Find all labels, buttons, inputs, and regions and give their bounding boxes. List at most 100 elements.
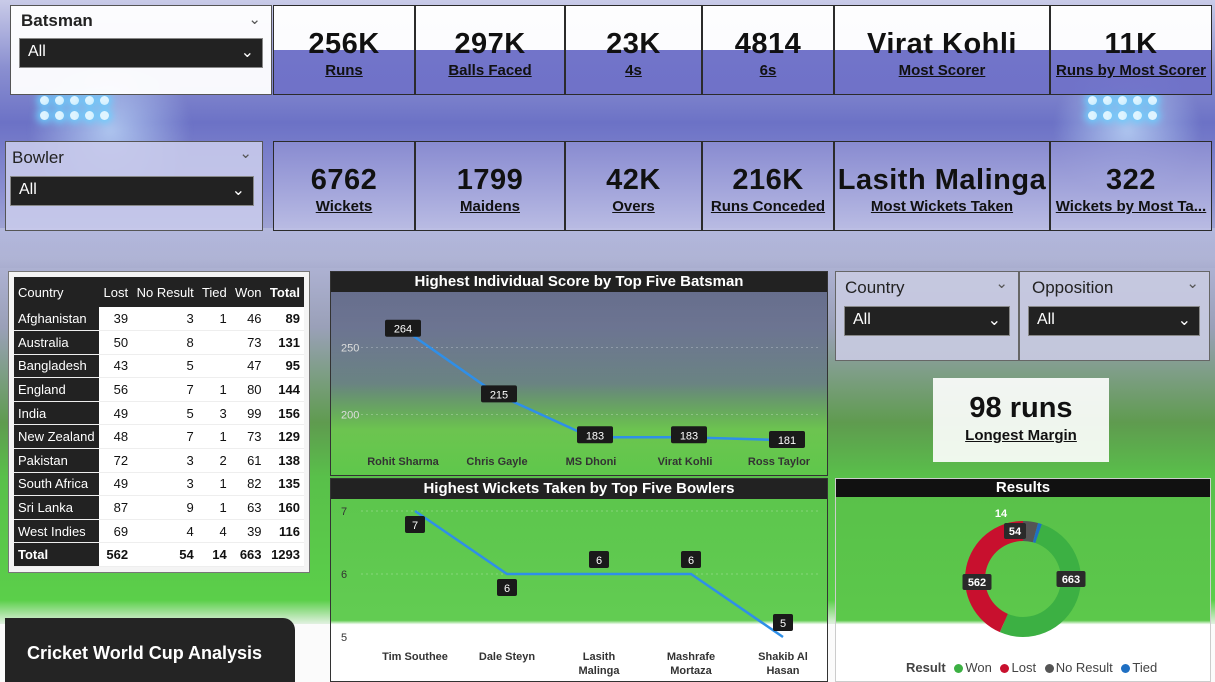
x-tick-label: Rohit Sharma [367, 456, 439, 468]
legend-item-lost[interactable]: Lost [1011, 660, 1036, 675]
kpi-card-6s[interactable]: 4814 6s [702, 5, 834, 95]
data-label[interactable]: 264 [385, 319, 421, 337]
kpi-label: Overs [612, 198, 655, 215]
cell-no-result: 8 [132, 330, 198, 355]
table-row[interactable]: Pakistan 72 3 2 61 138 [14, 448, 304, 473]
table-row[interactable]: Bangladesh 43 5 47 95 [14, 354, 304, 379]
cell-total: 1293 [265, 542, 304, 568]
kpi-card-wickets-by-most-taker[interactable]: 322 Wickets by Most Ta... [1050, 141, 1212, 231]
batsman-dropdown[interactable]: All ⌄ [19, 38, 263, 68]
data-label[interactable]: 183 [671, 426, 707, 444]
table-row[interactable]: Sri Lanka 87 9 1 63 160 [14, 495, 304, 520]
legend-dot-won [954, 664, 964, 674]
cell-tied: 3 [197, 401, 231, 426]
x-tick-label: Tim Southee [382, 651, 448, 663]
data-label[interactable]: 181 [769, 430, 805, 448]
cell-total: 138 [265, 448, 304, 473]
cell-tied: 1 [197, 307, 231, 332]
chevron-down-icon: ⌄ [240, 44, 254, 61]
batsman-slicer: Batsman ⌄ All ⌄ [10, 5, 272, 95]
chevron-down-icon[interactable]: ⌄ [1186, 274, 1199, 292]
cell-lost: 69 [99, 519, 133, 544]
cell-won: 73 [230, 330, 266, 355]
kpi-card-overs[interactable]: 42K Overs [565, 141, 702, 231]
kpi-value: Virat Kohli [867, 28, 1017, 60]
cell-won: 99 [230, 401, 266, 426]
column-header-no-result[interactable]: No Result [132, 277, 198, 307]
table-row[interactable]: South Africa 49 3 1 82 135 [14, 472, 304, 497]
table-row[interactable]: West Indies 69 4 4 39 116 [14, 519, 304, 544]
kpi-card-wickets[interactable]: 6762 Wickets [273, 141, 415, 231]
cell-tied: 4 [197, 519, 231, 544]
table-row[interactable]: Afghanistan 39 3 1 46 89 [14, 307, 304, 332]
x-tick-label: Malinga [579, 665, 621, 677]
chevron-down-icon[interactable]: ⌄ [248, 10, 261, 28]
cell-tied [197, 330, 231, 355]
opposition-dropdown[interactable]: All ⌄ [1028, 306, 1200, 336]
chart-title: Results [836, 479, 1210, 497]
cell-won: 82 [230, 472, 266, 497]
column-header-total[interactable]: Total [265, 277, 304, 307]
table-row[interactable]: India 49 5 3 99 156 [14, 401, 304, 426]
cell-tied: 14 [197, 542, 231, 568]
x-tick-label: MS Dhoni [566, 456, 617, 468]
kpi-card-most-scorer[interactable]: Virat Kohli Most Scorer [834, 5, 1050, 95]
kpi-card-runs-conceded[interactable]: 216K Runs Conceded [702, 141, 834, 231]
bowler-dropdown[interactable]: All ⌄ [10, 176, 254, 206]
cell-no-result: 5 [132, 354, 198, 379]
kpi-card-balls-faced[interactable]: 297K Balls Faced [415, 5, 565, 95]
legend-item-won[interactable]: Won [965, 660, 992, 675]
data-label[interactable]: 7 [405, 516, 425, 533]
cell-total: 144 [265, 377, 304, 402]
table-row[interactable]: New Zealand 48 7 1 73 129 [14, 424, 304, 450]
cell-won: 80 [230, 377, 266, 402]
table-row[interactable]: Australia 50 8 73 131 [14, 330, 304, 355]
data-label[interactable]: 6 [589, 551, 609, 568]
legend-dot-no-result [1044, 664, 1054, 674]
country-dropdown[interactable]: All ⌄ [844, 306, 1010, 336]
chevron-down-icon[interactable]: ⌄ [239, 144, 252, 162]
donut-data-label: 663 [1056, 571, 1086, 587]
column-header-country[interactable]: Country [14, 277, 100, 307]
kpi-value: 256K [308, 28, 380, 60]
legend-item-no-result[interactable]: No Result [1056, 660, 1113, 675]
cell-no-result: 5 [132, 401, 198, 426]
donut-data-label-text: 14 [995, 508, 1008, 520]
kpi-card-most-wickets-taken[interactable]: Lasith Malinga Most Wickets Taken [834, 141, 1050, 231]
chevron-down-icon[interactable]: ⌄ [995, 274, 1008, 292]
longest-margin-card[interactable]: 98 runs Longest Margin [933, 378, 1109, 462]
top-bowler-wickets-chart: Highest Wickets Taken by Top Five Bowler… [330, 478, 828, 682]
column-header-won[interactable]: Won [230, 277, 266, 307]
kpi-card-runs-by-most-scorer[interactable]: 11K Runs by Most Scorer [1050, 5, 1212, 95]
table-row[interactable]: England 56 7 1 80 144 [14, 377, 304, 402]
y-tick-label: 7 [341, 506, 347, 518]
cell-total: 160 [265, 495, 304, 520]
data-label[interactable]: 183 [577, 426, 613, 444]
stadium-lights-right [1088, 96, 1157, 120]
cell-lost: 87 [99, 495, 133, 520]
cell-no-result: 9 [132, 495, 198, 520]
kpi-value: 216K [732, 164, 804, 196]
kpi-card-4s[interactable]: 23K 4s [565, 5, 702, 95]
cell-tied: 1 [197, 472, 231, 497]
y-tick-label: 250 [341, 343, 359, 355]
data-label-text: 215 [490, 389, 508, 401]
cell-won: 663 [230, 542, 266, 568]
kpi-label: Wickets [315, 198, 373, 215]
data-label[interactable]: 6 [681, 551, 701, 568]
column-header-tied[interactable]: Tied [197, 277, 231, 307]
cell-total: 89 [265, 307, 304, 332]
donut-data-label: 14 [995, 508, 1008, 520]
data-label[interactable]: 6 [497, 579, 517, 596]
cell-won: 61 [230, 448, 266, 473]
kpi-label: 6s [759, 62, 777, 79]
data-label-text: 7 [412, 520, 418, 532]
data-label[interactable]: 5 [773, 614, 793, 631]
kpi-card-runs[interactable]: 256K Runs [273, 5, 415, 95]
x-tick-label: Mashrafe [667, 651, 715, 663]
legend-item-tied[interactable]: Tied [1132, 660, 1157, 675]
data-label[interactable]: 215 [481, 385, 517, 403]
top-batsman-score-chart: Highest Individual Score by Top Five Bat… [330, 271, 828, 476]
column-header-lost[interactable]: Lost [99, 277, 133, 307]
kpi-card-maidens[interactable]: 1799 Maidens [415, 141, 565, 231]
